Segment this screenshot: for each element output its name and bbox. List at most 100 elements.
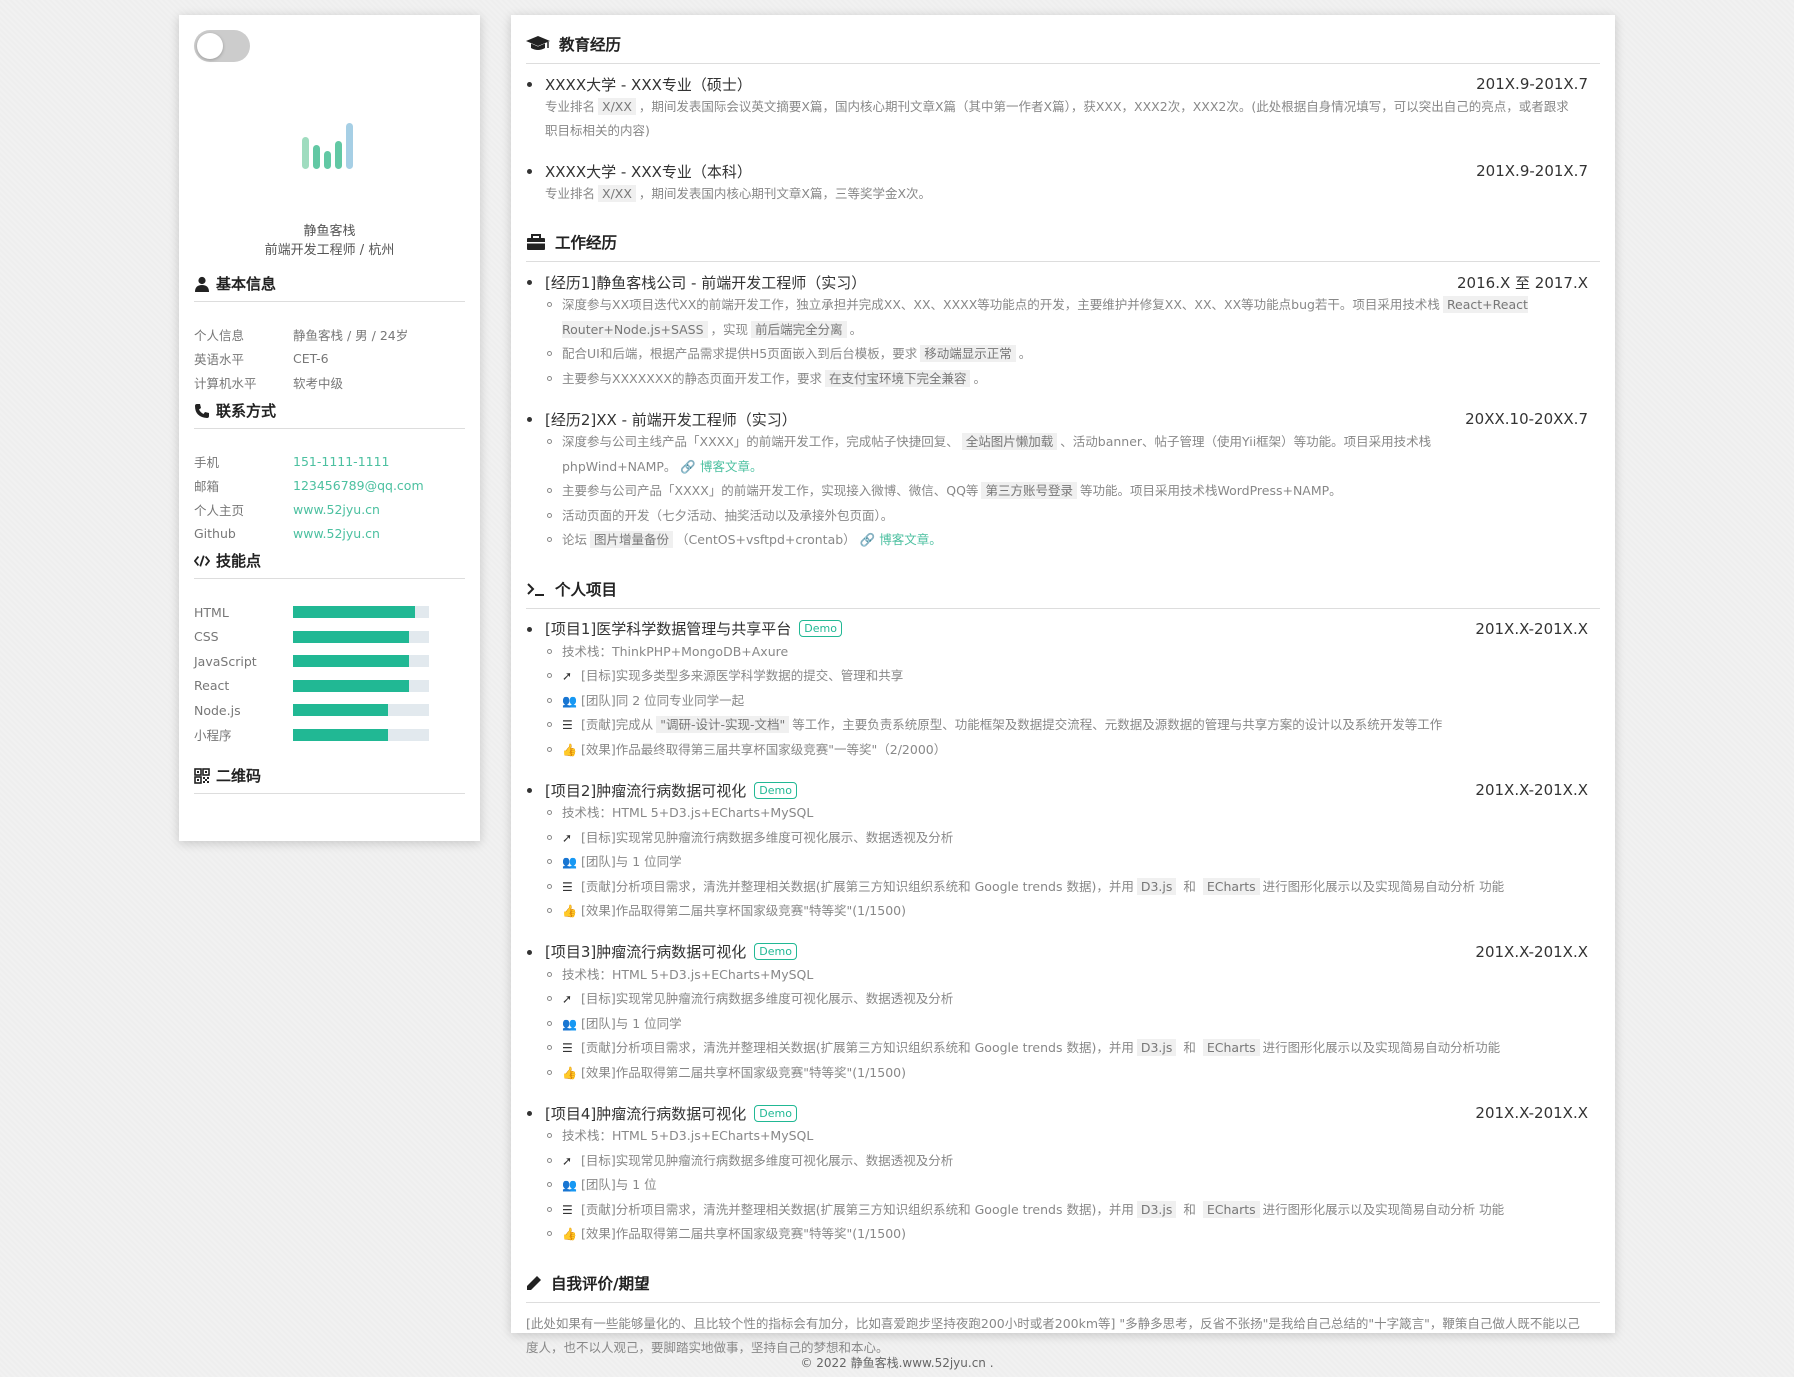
skill-name: HTML: [194, 604, 229, 620]
sub-text: 。: [849, 321, 863, 337]
profile-title: 前端开发工程师 / 杭州: [264, 243, 395, 258]
list-item: [项目3]肿瘤流行病数据可视化 Demo 201X.X-201X.X 技术栈：HTML…: [526, 941, 1600, 1086]
item-date: 201X.X-201X.X: [1475, 1104, 1588, 1122]
sub-text: [目标]实现常见肿瘤流行病数据多维度可视化展示、数据透视及分析: [581, 1152, 954, 1168]
sub-text: 活动页面的开发（七夕活动、抽奖活动以及承接外包页面）。: [562, 507, 894, 523]
info-key: 个人信息: [194, 327, 245, 343]
sub-text: 深度参与XX项目迭代XX的前端开发工作，独立承担并完成XX、XX、XXXX等功能…: [562, 297, 1440, 312]
skill-row: React: [194, 676, 465, 696]
sub-text: 主要参与公司产品「XXXX」的前端开发工作，实现接入微博、微信、QQ等: [562, 483, 979, 498]
skills-heading-label: 技能点: [216, 552, 262, 570]
list-item: [经历2]XX - 前端开发工程师（实习） 20XX.10-20XX.7 深度参与…: [526, 408, 1600, 553]
skill-name: CSS: [194, 629, 219, 644]
demo-link[interactable]: Demo: [754, 943, 797, 960]
sub-text: 技术栈：HTML 5+D3.js+ECharts+MySQL: [562, 805, 814, 820]
info-row: 英语水平 CET-6: [194, 348, 465, 368]
sub-text: [团队]与 1 位同学: [581, 854, 682, 869]
sub-text: 进行图形化展示以及实现简易自动分析 功能: [1262, 878, 1505, 894]
logo-icon: [302, 123, 356, 169]
sub-text: [贡献]分析项目需求，清洗并整理相关数据(扩展第三方知识组织系统和 Google…: [581, 1040, 1134, 1055]
skill-row: 小程序: [194, 725, 465, 745]
sub-text: 。: [1018, 346, 1032, 361]
sub-item: 主要参与XXXXXXX的静态页面开发工作，要求 在支付宝环境下完全兼容。: [545, 367, 1600, 392]
projects-heading: 个人项目: [526, 570, 1600, 609]
sub-item: ☰ [贡献]分析项目需求，清洗并整理相关数据(扩展第三方知识组织系统和 Googl…: [545, 1036, 1600, 1061]
item-desc: 专业排名 X/XX ，期间发表国际会议英文摘要X篇，国内核心期刊文章X篇（其中第一作…: [545, 95, 1600, 143]
highlight: 在支付宝环境下完全兼容: [824, 369, 971, 387]
terminal-icon: [527, 582, 544, 596]
info-row: 个人信息 静鱼客栈 / 男 / 24岁: [194, 324, 465, 344]
theme-toggle[interactable]: [194, 30, 250, 62]
bars-icon: ☰: [562, 1041, 573, 1055]
skill-bar: [293, 679, 429, 692]
info-value: 软考中级: [293, 375, 344, 391]
contact-key: 邮箱: [194, 478, 220, 494]
sub-list: 技术栈：ThinkPHP+MongoDB+Axure ➚ [目标]实现多类型多来源医…: [545, 640, 1600, 763]
email-link[interactable]: 123456789@qq.com: [293, 478, 424, 493]
item-title: [项目4]肿瘤流行病数据可视化 Demo: [545, 1103, 797, 1124]
self-eval-heading-label: 自我评价/期望: [551, 1274, 650, 1293]
demo-link[interactable]: Demo: [754, 781, 797, 799]
thumbs-up-icon: 👍: [562, 742, 577, 757]
self-eval-text: [此处如果有一些能够量化的、且比较个性的指标会有加分，比如喜爱跑步坚持夜跑200…: [526, 1315, 1580, 1355]
sidebar: 静鱼客栈 前端开发工程师 / 杭州 基本信息 个人信息 静鱼客栈 / 男 / 24…: [179, 15, 480, 841]
highlight: X/XX: [598, 185, 636, 202]
item-title: [经历1]静鱼客栈公司 - 前端开发工程师（实习）: [545, 273, 867, 292]
qrcode-heading: 二维码: [194, 758, 465, 794]
highlight: D3.js: [1136, 1039, 1177, 1056]
info-key: 计算机水平: [194, 375, 257, 391]
item-date: 201X.9-201X.7: [1476, 162, 1588, 180]
sub-text: 。: [973, 370, 986, 386]
sub-item: ➚ [目标]实现多类型多来源医学科学数据的提交、管理和共享: [545, 664, 1600, 689]
graduation-cap-icon: [526, 36, 550, 50]
sub-item: ☰ [贡献]分析项目需求，清洗并整理相关数据(扩展第三方知识组织系统和 Googl…: [545, 875, 1600, 900]
contact-key: 手机: [194, 454, 220, 470]
demo-link[interactable]: Demo: [799, 620, 842, 637]
bars-icon: ☰: [562, 1202, 573, 1217]
skill-row: Node.js: [194, 700, 465, 720]
briefcase-icon: [527, 234, 545, 250]
sub-item: 技术栈：HTML 5+D3.js+ECharts+MySQL: [545, 801, 1600, 826]
highlight: 全站图片懒加载: [961, 433, 1058, 450]
homepage-link[interactable]: www.52jyu.cn: [293, 502, 380, 517]
paper-plane-icon: ➚: [562, 669, 573, 683]
sub-item: 👥 [团队]与 1 位: [545, 1173, 1600, 1198]
education-list: XXXX大学 - XXX专业（硕士） 201X.9-201X.7 专业排名 X/XX…: [526, 73, 1600, 206]
sub-item: 👍 [效果]作品取得第二届共享杯国家级竞赛"特等奖"(1/1500): [545, 1222, 1600, 1247]
users-icon: 👥: [562, 693, 577, 708]
sub-item: 技术栈：ThinkPHP+MongoDB+Axure: [545, 640, 1600, 665]
contact-row-github: Github www.52jyu.cn: [194, 523, 465, 543]
item-date: 201X.X-201X.X: [1475, 781, 1588, 799]
users-icon: 👥: [562, 1178, 577, 1192]
projects-list: [项目1]医学科学数据管理与共享平台 Demo 201X.X-201X.X 技术栈：T…: [526, 618, 1600, 1247]
blog-link[interactable]: 🔗 博客文章。: [860, 532, 942, 547]
sub-text: [目标]实现多类型多来源医学科学数据的提交、管理和共享: [581, 668, 904, 683]
sub-item: 主要参与公司产品「XXXX」的前端开发工作，实现接入微博、微信、QQ等 第三方账号…: [545, 479, 1600, 504]
item-title: [项目2]肿瘤流行病数据可视化 Demo: [545, 780, 797, 801]
sub-list: 技术栈：HTML 5+D3.js+ECharts+MySQL ➚ [目标]实现常见肿…: [545, 963, 1600, 1086]
bars-icon: ☰: [562, 718, 573, 732]
desc-text: 专业排名: [545, 99, 596, 114]
blog-link[interactable]: 🔗 博客文章。: [680, 459, 762, 474]
basic-info-heading-label: 基本信息: [216, 275, 277, 293]
skill-row: CSS: [194, 627, 465, 647]
highlight: 移动端显示正常: [920, 345, 1016, 362]
basic-info-heading: 基本信息: [194, 266, 465, 302]
demo-link[interactable]: Demo: [754, 1104, 797, 1122]
contact-key: Github: [194, 525, 236, 541]
github-link[interactable]: www.52jyu.cn: [293, 526, 380, 541]
sub-text: [效果]作品最终取得第三届共享杯国家级竞赛"一等奖"（2/2000）: [581, 741, 947, 757]
item-title: [项目3]肿瘤流行病数据可视化 Demo: [545, 941, 797, 962]
sub-item: 配合UI和后端，根据产品需求提供H5页面嵌入到后台模板，要求 移动端显示正常。: [545, 342, 1600, 367]
phone-link[interactable]: 151-1111-1111: [293, 454, 390, 469]
item-date: 201X.X-201X.X: [1475, 942, 1588, 961]
highlight: ECharts: [1202, 1200, 1260, 1218]
sub-text: [效果]作品取得第二届共享杯国家级竞赛"特等奖"(1/1500): [581, 1064, 906, 1080]
contact-heading: 联系方式: [194, 393, 465, 429]
sub-text: 深度参与公司主线产品「XXXX」的前端开发工作，完成帖子快捷回复、: [562, 434, 959, 449]
sub-text: 进行图形化展示以及实现简易自动分析 功能: [1262, 1201, 1505, 1217]
list-item: XXXX大学 - XXX专业（本科） 201X.9-201X.7 专业排名 X/XX…: [526, 160, 1600, 206]
sub-text: 和: [1183, 878, 1196, 894]
thumbs-up-icon: 👍: [562, 1065, 577, 1080]
contact-heading-label: 联系方式: [216, 402, 277, 420]
